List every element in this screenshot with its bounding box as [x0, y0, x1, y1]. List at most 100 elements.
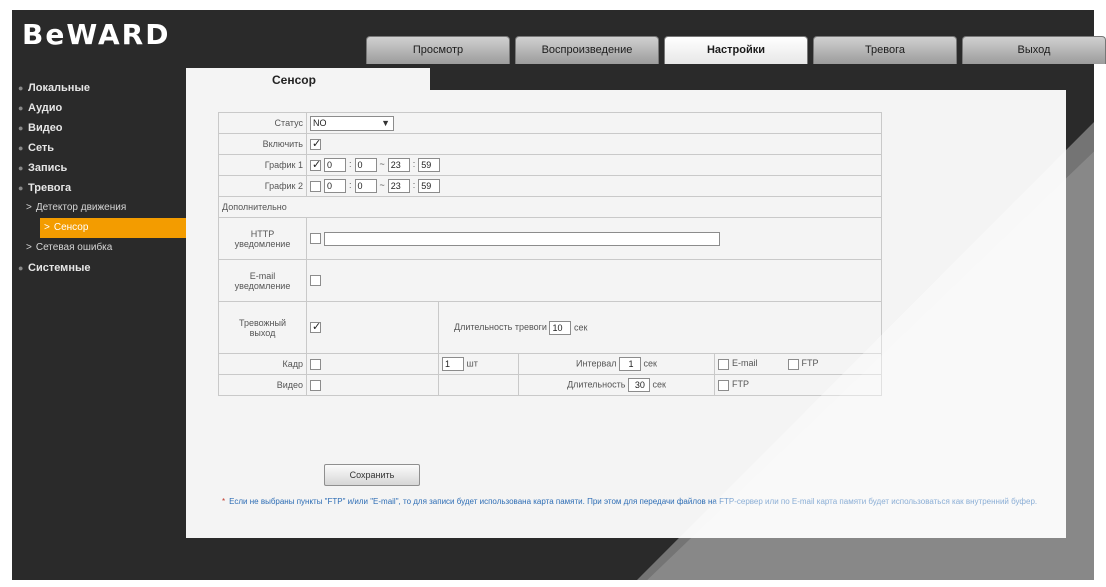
table-row: E-mail уведомление — [218, 259, 882, 302]
subtab-bar: Сенсор — [186, 68, 1066, 92]
bullet-icon: ● — [18, 183, 24, 193]
chevron-right-icon: > — [44, 222, 50, 233]
video-checkbox[interactable] — [310, 379, 321, 391]
table-row: График 1 0:0~23:59 — [218, 154, 882, 176]
enable-label: Включить — [218, 133, 307, 155]
video-ftp-label: FTP — [732, 379, 749, 390]
bullet-icon: ● — [18, 123, 24, 133]
sidebar-item-label: Локальные — [28, 82, 90, 94]
schedule1-from-hour[interactable]: 0 — [324, 158, 346, 172]
video-ftp-checkbox[interactable] — [718, 379, 729, 391]
save-button[interactable]: Сохранить — [324, 464, 420, 486]
sidebar-item-sensor[interactable]: > Сенсор — [40, 218, 196, 238]
beward-logo: BeWARD — [22, 18, 171, 51]
video-label: Видео — [218, 374, 307, 396]
alarm-out-checkbox[interactable] — [310, 320, 321, 334]
sidebar-item-record[interactable]: ● Запись — [12, 158, 197, 178]
settings-panel: Статус NO▼ Включить График 1 0:0~23:59 Г… — [186, 90, 1066, 538]
bullet-icon: ● — [18, 143, 24, 153]
schedule1-to-minute[interactable]: 59 — [418, 158, 441, 172]
sidebar-item-motion-detector[interactable]: > Детектор движения — [12, 198, 197, 218]
sidebar-item-video[interactable]: ● Видео — [12, 118, 197, 138]
sidebar-item-label: Тревога — [28, 182, 72, 194]
sidebar-item-label: Видео — [28, 122, 63, 134]
schedule2-label: График 2 — [218, 175, 307, 197]
sidebar-item-label: Сетевая ошибка — [35, 242, 113, 253]
frame-interval-unit: сек — [643, 358, 657, 369]
tab-exit[interactable]: Выход — [962, 36, 1106, 64]
frame-interval-input[interactable]: 1 — [618, 357, 641, 371]
chevron-right-icon: > — [26, 242, 32, 253]
bullet-icon: ● — [18, 83, 24, 93]
video-duration-input[interactable]: 30 — [627, 378, 650, 392]
frame-ftp-label: FTP — [801, 358, 819, 369]
schedule1-label: График 1 — [218, 154, 307, 176]
enable-checkbox[interactable] — [310, 137, 321, 150]
sidebar-item-alarm[interactable]: ● Тревога — [12, 178, 197, 198]
frame-email-checkbox[interactable] — [718, 358, 729, 370]
alarm-duration-unit: сек — [574, 321, 588, 332]
alarm-duration-input[interactable]: 10 — [549, 320, 572, 335]
frame-interval-label: Интервал — [576, 358, 617, 369]
schedule2-to-minute[interactable]: 59 — [418, 179, 441, 193]
status-select[interactable]: NO ▼ — [310, 115, 394, 131]
frame-ftp-checkbox[interactable] — [787, 358, 799, 370]
sidebar-item-label: Системные — [28, 262, 91, 274]
http-checkbox[interactable] — [310, 233, 321, 244]
schedule1-to-hour[interactable]: 23 — [387, 158, 410, 172]
table-row: Включить — [218, 133, 882, 155]
sidebar-item-audio[interactable]: ● Аудио — [12, 98, 197, 118]
schedule1-from-minute[interactable]: 0 — [354, 158, 377, 172]
http-label-top: HTTP — [250, 228, 275, 239]
schedule1-checkbox[interactable] — [310, 158, 321, 171]
table-row: Статус NO ▼ — [218, 112, 882, 134]
table-row: Кадр 1 шт Интервал 1 сек E-mail FTP — [218, 353, 882, 375]
schedule2-from-hour[interactable]: 0 — [324, 179, 346, 193]
tab-settings[interactable]: Настройки — [664, 36, 808, 64]
http-label-bottom: уведомление — [234, 238, 291, 249]
tab-playback[interactable]: Воспроизведение — [515, 36, 659, 64]
frame-checkbox[interactable] — [310, 358, 321, 370]
tab-view[interactable]: Просмотр — [366, 36, 510, 64]
table-row: HTTP уведомление — [218, 217, 882, 260]
sidebar: ● Локальные ● Аудио ● Видео ● Сеть ● Запись ●… — [12, 78, 197, 278]
sidebar-item-label: Сенсор — [53, 222, 89, 233]
schedule2-from-minute[interactable]: 0 — [354, 179, 377, 193]
bullet-icon: ● — [18, 103, 24, 113]
table-row: Дополнительно — [218, 196, 882, 218]
schedule2-to-hour[interactable]: 23 — [387, 179, 410, 193]
frame-count-input[interactable]: 1 — [442, 357, 464, 371]
status-value: NO — [313, 117, 327, 128]
bullet-icon: ● — [18, 163, 24, 173]
extra-section-label: Дополнительно — [218, 196, 882, 218]
alarm-duration-label: Длительность тревоги — [454, 321, 547, 332]
status-label: Статус — [218, 112, 307, 134]
sidebar-item-label: Детектор движения — [35, 202, 127, 213]
asterisk-icon: * — [222, 497, 226, 506]
sidebar-item-network-error[interactable]: > Сетевая ошибка — [12, 238, 197, 258]
top-nav: Просмотр Воспроизведение Настройки Трево… — [366, 36, 1106, 64]
frame-label: Кадр — [218, 353, 307, 375]
alarm-out-label-bottom: выход — [249, 327, 276, 338]
time-separator: : — [412, 180, 416, 191]
schedule2-checkbox[interactable] — [310, 180, 321, 192]
video-duration-label: Длительность — [567, 379, 626, 390]
range-separator: ~ — [379, 180, 385, 191]
bullet-icon: ● — [18, 263, 24, 273]
sidebar-item-system[interactable]: ● Системные — [12, 258, 197, 278]
http-url-input[interactable] — [324, 231, 720, 246]
sidebar-item-network[interactable]: ● Сеть — [12, 138, 197, 158]
email-checkbox[interactable] — [310, 275, 321, 287]
frame-count-unit: шт — [466, 358, 478, 369]
tab-sensor[interactable]: Сенсор — [186, 68, 430, 92]
sensor-settings-table: Статус NO▼ Включить График 1 0:0~23:59 Г… — [218, 112, 882, 396]
tab-alarm[interactable]: Тревога — [813, 36, 957, 64]
sidebar-item-local[interactable]: ● Локальные — [12, 78, 197, 98]
footnote: * Если не выбраны пункты "FTP" и/или "E-m… — [222, 494, 1062, 510]
sidebar-item-label: Запись — [28, 162, 68, 174]
email-label-top: E-mail — [249, 270, 276, 281]
frame-email-label: E-mail — [732, 358, 758, 369]
time-separator: : — [349, 159, 352, 170]
sidebar-item-label: Аудио — [28, 102, 63, 114]
sidebar-item-label: Сеть — [28, 142, 55, 154]
